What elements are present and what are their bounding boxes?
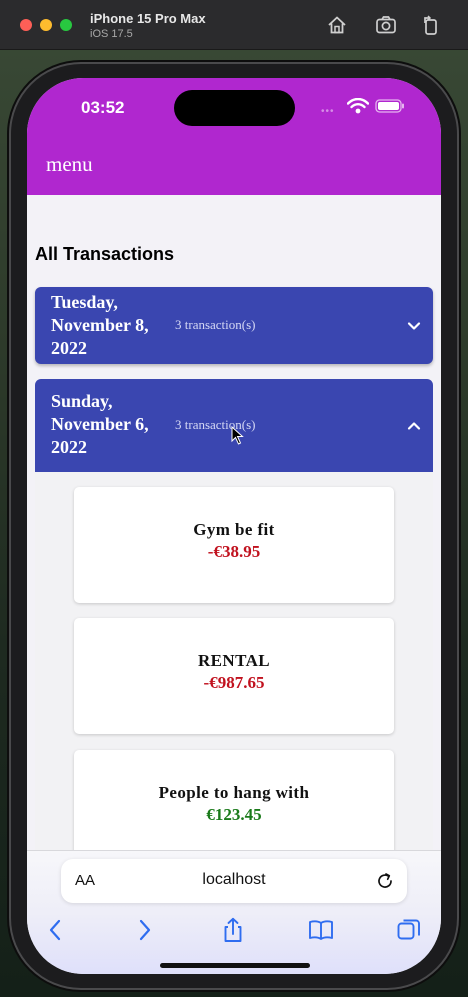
transaction-card[interactable]: RENTAL -€987.65 <box>74 618 394 734</box>
cellular-signal: ••• <box>321 106 335 117</box>
browser-toolbar: AA localhost <box>27 850 441 974</box>
transaction-card[interactable]: People to hang with €123.45 <box>74 750 394 866</box>
close-window-button[interactable] <box>20 19 32 31</box>
screenshot-icon[interactable] <box>375 14 397 36</box>
minimize-window-button[interactable] <box>40 19 52 31</box>
reload-icon[interactable] <box>375 871 395 891</box>
menu-button[interactable]: menu <box>46 152 93 177</box>
page-title: All Transactions <box>35 244 175 264</box>
home-indicator[interactable] <box>160 963 310 968</box>
transaction-amount: -€987.65 <box>203 673 265 692</box>
battery-icon <box>375 99 404 113</box>
forward-icon[interactable] <box>131 917 157 943</box>
transaction-name: People to hang with <box>158 783 310 802</box>
transaction-name: Gym be fit <box>193 520 275 539</box>
zoom-window-button[interactable] <box>60 19 72 31</box>
group-date: Sunday, November 6, 2022 <box>51 391 149 457</box>
app-header: 03:52 ••• menu <box>27 78 441 195</box>
transaction-amount: €123.45 <box>206 805 262 824</box>
share-icon[interactable] <box>220 917 246 943</box>
url-text[interactable]: localhost <box>61 871 407 889</box>
transaction-list: Gym be fit -€38.95 RENTAL -€987.65 Peopl… <box>35 472 433 892</box>
group-date: Tuesday, November 8, 2022 <box>51 292 149 358</box>
group-transaction-count: 3 transaction(s) <box>175 317 256 332</box>
phone-screen: 03:52 ••• menu All Transactions Tuesday,… <box>27 78 441 974</box>
simulator-title-bar: iPhone 15 Pro Max iOS 17.5 <box>0 0 468 50</box>
address-bar[interactable]: AA localhost <box>61 859 407 903</box>
transaction-name: RENTAL <box>198 651 270 670</box>
transaction-card[interactable]: Gym be fit -€38.95 <box>74 487 394 603</box>
home-icon[interactable] <box>326 14 348 36</box>
pointer-cursor-icon <box>231 426 244 445</box>
rotate-icon[interactable] <box>420 14 442 36</box>
chevron-up-icon[interactable] <box>407 421 421 431</box>
simulator-os-version: iOS 17.5 <box>90 28 133 40</box>
transaction-amount: -€38.95 <box>207 542 261 561</box>
transaction-group-nov-8[interactable]: Tuesday, November 8, 2022 3 transaction(… <box>35 287 433 364</box>
status-time: 03:52 <box>81 98 125 117</box>
wifi-icon <box>347 98 369 114</box>
dynamic-island <box>174 90 295 126</box>
simulator-device-name: iPhone 15 Pro Max <box>90 11 206 26</box>
back-icon[interactable] <box>43 917 69 943</box>
chevron-down-icon[interactable] <box>407 321 421 331</box>
tabs-icon[interactable] <box>396 917 422 943</box>
bookmarks-icon[interactable] <box>308 917 334 943</box>
